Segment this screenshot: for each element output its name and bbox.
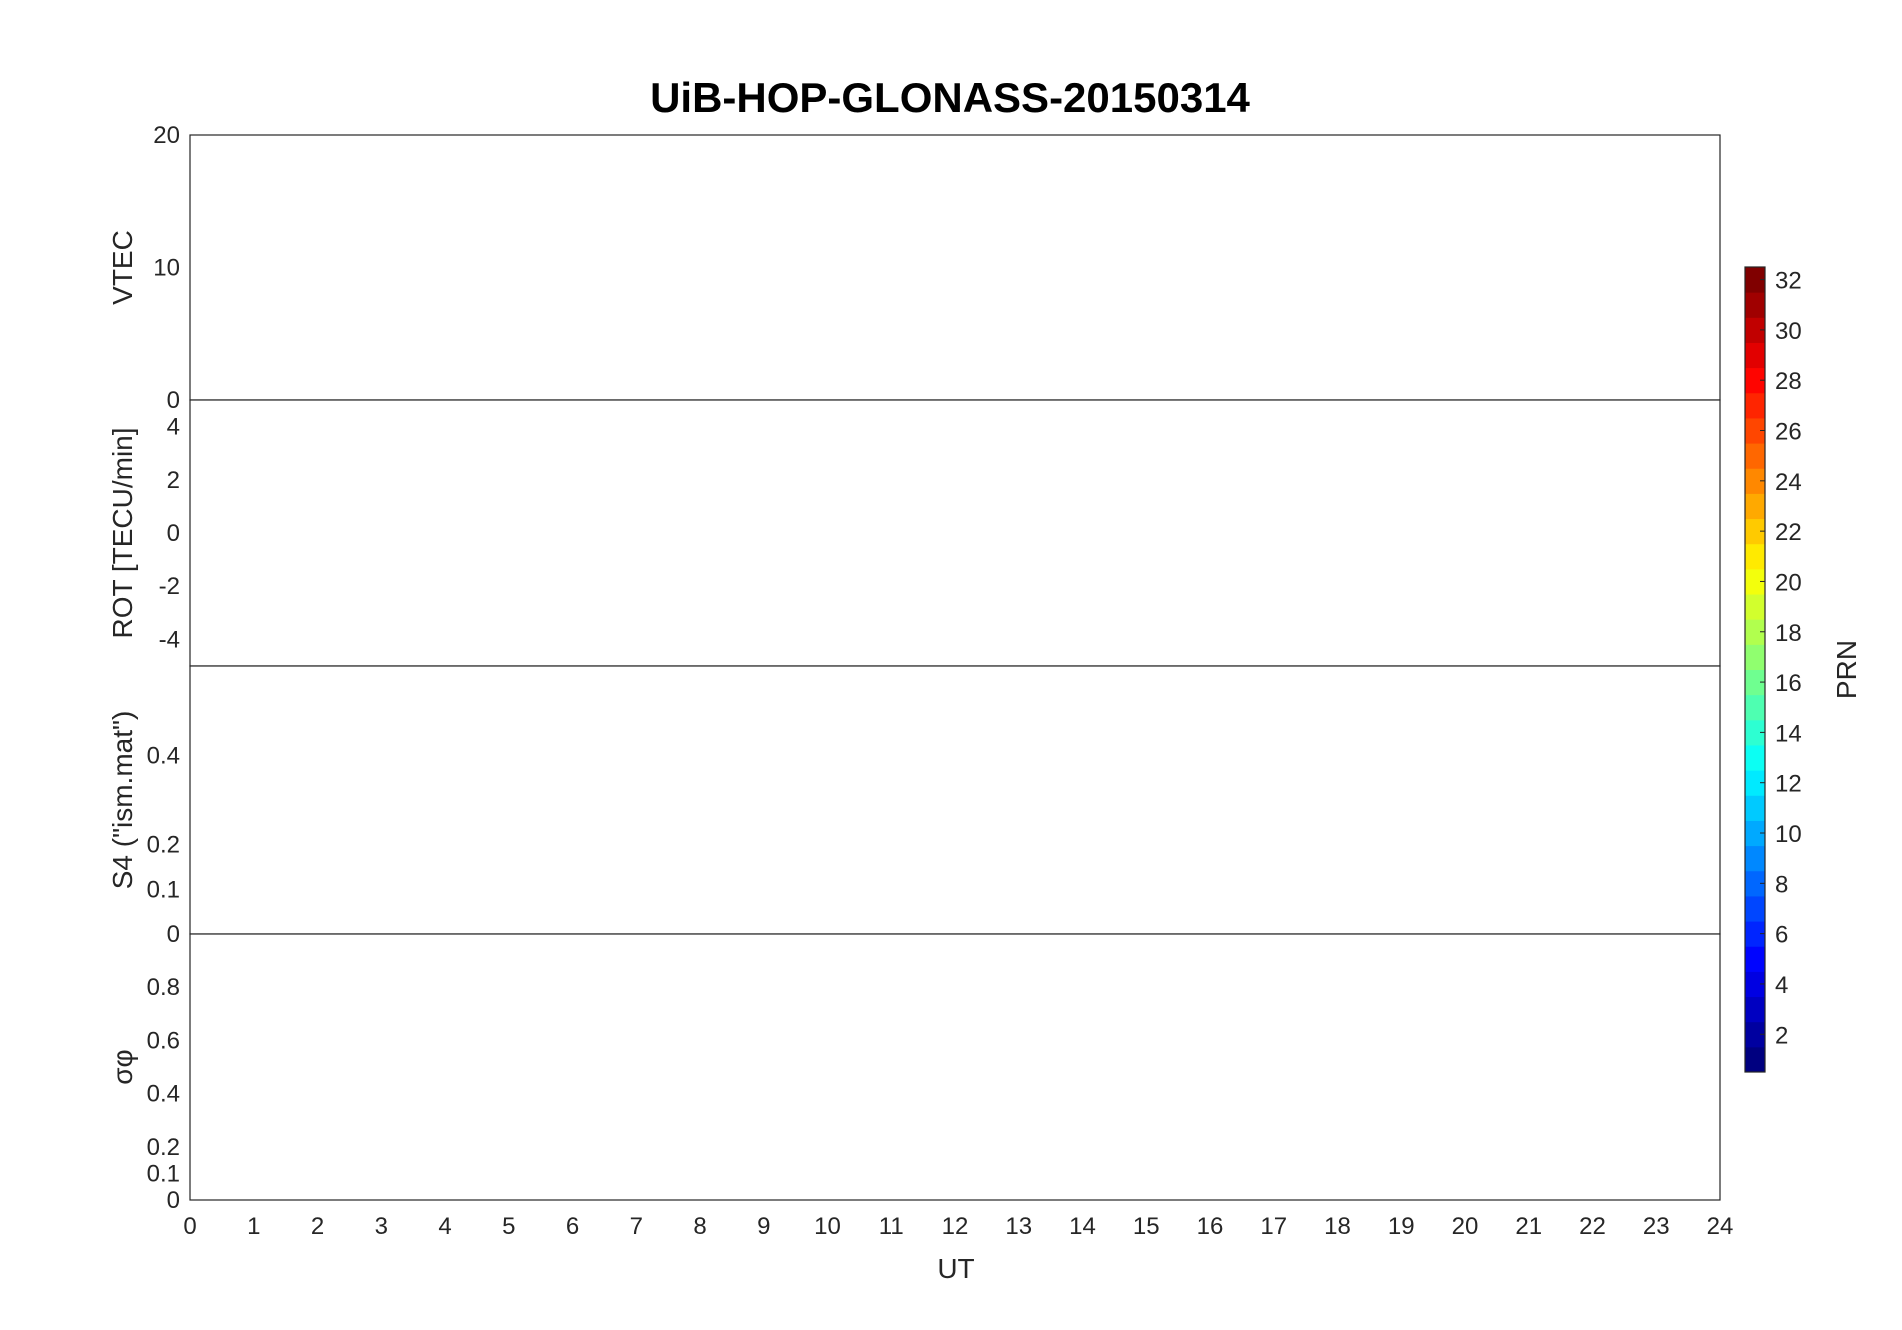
colorbar-swatch [1745,644,1765,670]
y-axis-label: ROT [TECU/min] [107,427,138,638]
colorbar-tick-label: 4 [1775,972,1788,999]
x-tick-label: 7 [630,1213,643,1240]
x-tick-label: 6 [566,1213,579,1240]
colorbar-tick-label: 18 [1775,620,1802,647]
x-tick-label: 17 [1260,1213,1287,1240]
y-tick-label: 0.8 [147,974,180,1001]
colorbar-tick-label: 16 [1775,670,1802,697]
colorbar-swatch [1745,996,1765,1023]
colorbar-tick-label: 28 [1775,368,1802,395]
x-tick-label: 14 [1069,1213,1096,1240]
y-tick-label: 0 [167,520,180,547]
y-tick-label: -2 [159,573,180,600]
x-tick-label: 2 [311,1213,324,1240]
y-tick-label: 0 [167,387,180,414]
x-tick-label: 5 [502,1213,515,1240]
colorbar-swatch [1745,543,1765,570]
panels: 01020VTEC-4-2024ROT [TECU/min]00.10.20.4… [107,122,1733,1240]
y-tick-label: 0.4 [147,742,180,769]
y-tick-label: 0.1 [147,1160,180,1187]
x-tick-label: 12 [942,1213,969,1240]
panel-frame [189,134,1721,401]
colorbar-swatch [1745,946,1765,972]
colorbar-swatch [1745,443,1765,469]
colorbar-swatch [1745,895,1765,922]
y-tick-label: 20 [153,122,180,149]
colorbar-tick-label: 24 [1775,469,1802,496]
colorbar-tick-label: 8 [1775,871,1788,898]
colorbar-swatch [1745,694,1765,721]
colorbar-tick-label: 30 [1775,318,1802,345]
y-tick-label: 0.2 [147,1134,180,1161]
y-tick-label: 0.6 [147,1027,180,1054]
x-tick-label: 23 [1643,1213,1670,1240]
colorbar-tick-label: 10 [1775,821,1802,848]
y-tick-label: 2 [167,467,180,494]
colorbar-tick-label: 22 [1775,519,1802,546]
x-tick-label: 4 [438,1213,451,1240]
x-tick-label: 3 [375,1213,388,1240]
y-tick-label: 0 [167,1187,180,1214]
y-tick-label: 0.4 [147,1081,180,1108]
colorbar: 2468101214161820222426283032PRN [1744,266,1862,1073]
x-tick-label: 15 [1133,1213,1160,1240]
y-tick-label: 4 [167,414,180,441]
y-tick-label: 10 [153,255,180,282]
x-tick-label: 18 [1324,1213,1351,1240]
colorbar-swatch [1745,1046,1765,1073]
panel-frame [189,665,1721,935]
y-tick-label: 0.2 [147,832,180,859]
y-axis-label: VTEC [107,230,138,305]
x-tick-label: 22 [1579,1213,1606,1240]
x-tick-label: 16 [1197,1213,1224,1240]
x-tick-label: 10 [814,1213,841,1240]
panel-1: 0 10 20 VTEC [107,122,1721,414]
colorbar-swatch [1745,392,1765,419]
y-tick-label: 0 [167,921,180,948]
y-axis-label: σφ [107,1049,138,1084]
x-tick-label: 11 [879,1213,904,1240]
x-tick-label: 19 [1388,1213,1415,1240]
chart-title: UiB-HOP-GLONASS-20150314 [650,74,1250,121]
x-tick-label: 24 [1707,1213,1734,1240]
colorbar-swatch [1745,292,1765,318]
colorbar-swatch [1745,493,1765,520]
y-tick-label: -4 [159,626,180,653]
colorbar-tick-label: 26 [1775,419,1802,446]
chart-figure: UiB-HOP-GLONASS-20150314 01020VTEC-4-202… [107,74,1862,1284]
colorbar-tick-label: 14 [1775,720,1802,747]
colorbar-tick-label: 12 [1775,771,1802,798]
panel-4: 00.10.2 0.4 0.6 0.8 σφ [107,933,1721,1214]
colorbar-swatch [1745,744,1765,771]
colorbar-swatch [1745,845,1765,872]
colorbar-swatch [1745,594,1765,620]
panel-frame [189,399,1721,667]
x-tick-label: 9 [757,1213,770,1240]
y-axis-label: S4 ("ism.mat") [107,711,138,890]
colorbar-tick-label: 20 [1775,569,1802,596]
y-tick-label: 0.1 [147,876,180,903]
colorbar-tick-label: 32 [1775,268,1802,295]
colorbar-swatch [1745,342,1765,369]
x-tick-label: 1 [247,1213,260,1240]
x-tick-label: 8 [693,1213,706,1240]
x-tick-label: 13 [1005,1213,1032,1240]
panel-3: 0 0.1 0.2 0.4 S4 ("ism.mat") [107,665,1721,948]
x-axis-label: UT [937,1253,974,1284]
panel-2: -4 -2 0 2 4 ROT [TECU/min] [107,399,1721,667]
colorbar-label: PRN [1831,640,1862,699]
colorbar-swatch [1745,795,1765,821]
panel-frame [189,933,1721,1201]
x-tick-label: 21 [1515,1213,1542,1240]
colorbar-tick-label: 2 [1775,1022,1788,1049]
x-tick-label: 20 [1452,1213,1479,1240]
x-tick-label: 0 [183,1213,196,1240]
colorbar-tick-label: 6 [1775,922,1788,949]
